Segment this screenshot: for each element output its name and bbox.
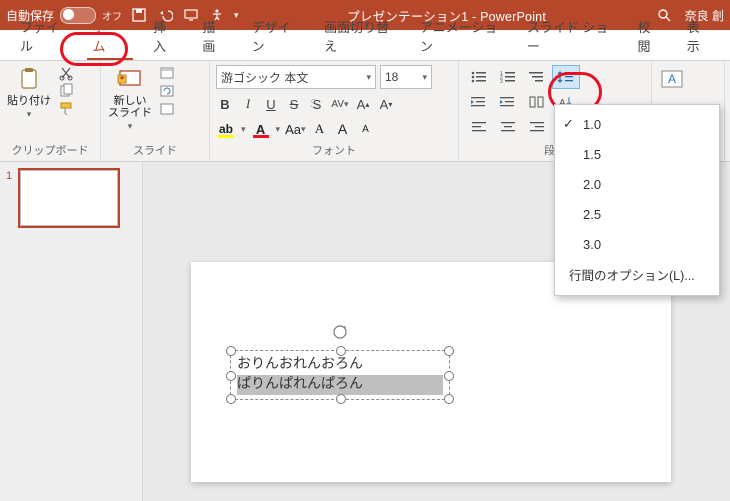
line-spacing-1-0[interactable]: 1.0 xyxy=(555,109,719,139)
group-clipboard: 貼り付け ▾ クリップボード xyxy=(0,61,101,161)
font-color-button[interactable]: A xyxy=(251,120,271,138)
shrink-font-button[interactable]: A▾ xyxy=(377,94,395,114)
font-grow2-button[interactable]: A xyxy=(334,119,352,139)
resize-handle-ne[interactable] xyxy=(444,346,454,356)
font-size-combo[interactable]: 18 ▾ xyxy=(380,65,432,89)
ribbon-tabs: ファイル ホーム 挿入 描画 デザイン 画面切り替え アニメーション スライド … xyxy=(0,30,730,61)
resize-handle-sw[interactable] xyxy=(226,394,236,404)
tab-transitions[interactable]: 画面切り替え xyxy=(312,11,406,60)
italic-button[interactable]: I xyxy=(239,94,257,114)
chevron-down-icon: ▾ xyxy=(27,109,32,120)
reset-icon[interactable] xyxy=(159,83,175,99)
svg-text:✦: ✦ xyxy=(118,73,126,83)
char-spacing-button[interactable]: AV▾ xyxy=(331,94,349,114)
textbox-line-2-selected[interactable]: ぱりんぱれんぱろん xyxy=(237,375,443,395)
svg-text:3: 3 xyxy=(500,79,503,84)
textbox-frame[interactable]: おりんおれんおろん ぱりんぱれんぱろん xyxy=(230,350,450,400)
layout-icon[interactable] xyxy=(159,65,175,81)
clipboard-icon xyxy=(15,65,43,93)
cut-icon[interactable] xyxy=(58,65,74,81)
group-label-slides: スライド xyxy=(107,142,203,159)
highlight-color-button[interactable]: ab xyxy=(216,120,236,138)
line-spacing-2-5[interactable]: 2.5 xyxy=(555,199,719,229)
tab-draw[interactable]: 描画 xyxy=(190,11,237,60)
decrease-indent-button[interactable] xyxy=(465,90,493,114)
resize-handle-w[interactable] xyxy=(226,371,236,381)
tab-home[interactable]: ホーム xyxy=(81,11,140,60)
font-name-value: 游ゴシック 本文 xyxy=(221,69,308,86)
section-icon[interactable] xyxy=(159,101,175,117)
line-spacing-1-5[interactable]: 1.5 xyxy=(555,139,719,169)
font-shrink2-button[interactable]: A xyxy=(357,119,375,139)
bold-button[interactable]: B xyxy=(216,94,234,114)
tab-slideshow[interactable]: スライド ショー xyxy=(515,11,624,60)
copy-icon[interactable] xyxy=(58,83,74,99)
grow-font-button[interactable]: A▴ xyxy=(354,94,372,114)
columns-button[interactable] xyxy=(523,90,551,114)
chevron-down-icon: ▾ xyxy=(128,121,133,132)
align-left-button[interactable] xyxy=(465,115,493,139)
resize-handle-n[interactable] xyxy=(336,346,346,356)
format-painter-icon[interactable] xyxy=(58,101,74,117)
textbox-line-1[interactable]: おりんおれんおろん xyxy=(237,355,443,375)
font-size-value: 18 xyxy=(385,70,398,84)
line-spacing-button[interactable] xyxy=(552,65,580,89)
strike-button[interactable]: S xyxy=(285,94,303,114)
underline-button[interactable]: U xyxy=(262,94,280,114)
new-slide-label: 新しい スライド xyxy=(108,95,152,119)
resize-handle-s[interactable] xyxy=(336,394,346,404)
thumbnail-preview xyxy=(20,170,118,226)
group-label-font: フォント xyxy=(216,142,452,159)
tab-insert[interactable]: 挿入 xyxy=(141,11,188,60)
tab-animations[interactable]: アニメーション xyxy=(408,11,513,60)
shadow-button[interactable]: SS xyxy=(308,94,326,114)
line-spacing-2-0[interactable]: 2.0 xyxy=(555,169,719,199)
clear-format-button[interactable]: A xyxy=(311,119,329,139)
rotate-handle-icon[interactable] xyxy=(332,324,348,340)
paste-label: 貼り付け xyxy=(7,95,51,107)
line-spacing-options[interactable]: 行間のオプション(L)... xyxy=(555,259,719,289)
slide-thumbnails-panel: 1 xyxy=(0,162,143,501)
textbox-icon[interactable]: A xyxy=(658,65,686,93)
thumbnail-number: 1 xyxy=(6,170,16,226)
bullets-button[interactable] xyxy=(465,65,493,89)
chevron-down-icon: ▾ xyxy=(422,72,427,83)
tab-review[interactable]: 校閲 xyxy=(625,11,672,60)
tab-design[interactable]: デザイン xyxy=(240,11,311,60)
font-name-combo[interactable]: 游ゴシック 本文 ▾ xyxy=(216,65,376,89)
change-case-button[interactable]: Aa▾ xyxy=(285,119,305,139)
thumbnail-1[interactable]: 1 xyxy=(6,170,136,226)
resize-handle-e[interactable] xyxy=(444,371,454,381)
align-center-button[interactable] xyxy=(494,115,522,139)
line-spacing-3-0[interactable]: 3.0 xyxy=(555,229,719,259)
numbering-button[interactable]: 123 xyxy=(494,65,522,89)
selected-textbox[interactable]: おりんおれんおろん ぱりんぱれんぱろん xyxy=(230,350,450,400)
tab-view[interactable]: 表示 xyxy=(675,11,722,60)
group-font: 游ゴシック 本文▾ 18▾ B I U S SS AV▾ A▴ A▾ ab▾ A… xyxy=(210,61,459,161)
group-slides: ✦ 新しい スライド ▾ スライド xyxy=(101,61,210,161)
group-label-clipboard: クリップボード xyxy=(6,142,94,159)
new-slide-button[interactable]: ✦ 新しい スライド ▾ xyxy=(107,65,153,132)
resize-handle-nw[interactable] xyxy=(226,346,236,356)
increase-indent-button[interactable] xyxy=(494,90,522,114)
indent-list-button[interactable] xyxy=(523,65,551,89)
svg-text:A: A xyxy=(668,72,676,86)
chevron-down-icon: ▾ xyxy=(241,124,246,135)
new-slide-icon: ✦ xyxy=(116,65,144,93)
resize-handle-se[interactable] xyxy=(444,394,454,404)
align-right-button[interactable] xyxy=(523,115,551,139)
line-spacing-menu: 1.0 1.5 2.0 2.5 3.0 行間のオプション(L)... xyxy=(554,104,720,296)
tab-file[interactable]: ファイル xyxy=(8,11,79,60)
chevron-down-icon: ▾ xyxy=(276,124,281,135)
paste-button[interactable]: 貼り付け ▾ xyxy=(6,65,52,120)
chevron-down-icon: ▾ xyxy=(366,72,371,83)
